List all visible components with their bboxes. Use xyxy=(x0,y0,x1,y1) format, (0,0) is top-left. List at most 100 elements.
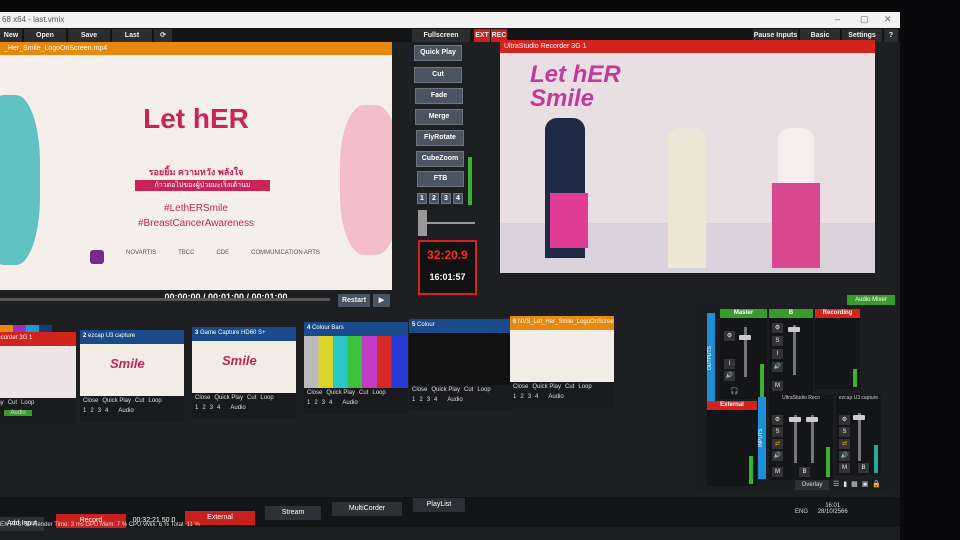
gear-icon[interactable]: ⚙ xyxy=(772,323,783,333)
swap-icon[interactable]: ⇄ xyxy=(839,439,850,449)
ftb-button[interactable]: FTB xyxy=(417,171,464,187)
input-bus-1-button[interactable]: 1 xyxy=(412,397,415,403)
input-cut-button[interactable]: Cut xyxy=(135,398,144,404)
input-quick-play-button[interactable]: Quick Play xyxy=(326,390,355,396)
input-bus-2-button[interactable]: 2 xyxy=(520,394,523,400)
input-bus-4-button[interactable]: 4 xyxy=(329,400,332,406)
input-loop-button[interactable]: Loop xyxy=(477,387,490,393)
new-button[interactable]: New xyxy=(0,29,22,42)
audio-mixer-tab[interactable]: Audio Mixer xyxy=(847,295,895,305)
mute-button[interactable]: M xyxy=(839,463,850,473)
input-item[interactable]: 4 Colour Bars Close Quick Play Cut Loop 123… xyxy=(304,322,408,414)
help-button[interactable]: ? xyxy=(884,29,898,42)
input-thumbnail[interactable] xyxy=(510,330,614,382)
input-audio-button[interactable]: Audio xyxy=(224,405,251,411)
input-title[interactable]: 6 NVS_Let_Her_Smile_LogoOnScreen xyxy=(510,316,614,330)
cut-button[interactable]: Cut xyxy=(414,67,462,83)
cubezoom-button[interactable]: CubeZoom xyxy=(416,151,464,167)
play-button[interactable]: ▶ xyxy=(373,294,390,307)
input-bus-3-button[interactable]: 3 xyxy=(210,405,213,411)
fader-knob[interactable] xyxy=(806,417,818,422)
refresh-icon[interactable]: ⟳ xyxy=(154,29,172,42)
input-title[interactable]: 4 Colour Bars xyxy=(304,322,408,336)
input-bus-2-button[interactable]: 2 xyxy=(90,408,93,414)
input-item[interactable]: 2 ezcap U3 capture Smile Close Quick Play… xyxy=(80,330,184,422)
input-item[interactable]: 6 NVS_Let_Her_Smile_LogoOnScreen Close Qu… xyxy=(510,316,614,408)
quick-play-button[interactable]: Quick Play xyxy=(414,45,462,61)
fader-knob[interactable] xyxy=(853,415,865,420)
input-item[interactable]: 1 udio Recorder 3G 1 Quick Play Cut Loop 1… xyxy=(0,332,76,424)
bus-b-fader-knob[interactable] xyxy=(788,327,800,332)
input-bus-1-button[interactable]: 1 xyxy=(83,408,86,414)
input-thumbnail[interactable] xyxy=(304,336,408,388)
restart-button[interactable]: Restart xyxy=(338,294,370,307)
mute-button[interactable]: M xyxy=(772,381,783,391)
input-thumbnail[interactable] xyxy=(409,333,513,385)
i-button[interactable]: I xyxy=(772,349,783,359)
speaker-icon[interactable]: 🔊 xyxy=(772,362,783,372)
input-audio-button[interactable]: Audio xyxy=(4,410,32,416)
speaker-icon[interactable]: 🔊 xyxy=(724,371,735,381)
input-bus-1-button[interactable]: 1 xyxy=(513,394,516,400)
input-close-button[interactable]: Close xyxy=(83,398,98,404)
gear-icon[interactable]: ⚙ xyxy=(772,415,783,425)
fullscreen-button[interactable]: Fullscreen xyxy=(412,29,470,42)
input-bus-1-button[interactable]: 1 xyxy=(307,400,310,406)
b-button[interactable]: B xyxy=(858,463,869,473)
input-close-button[interactable]: Close xyxy=(513,384,528,390)
input-audio-button[interactable]: Audio xyxy=(112,408,139,414)
fader-knob[interactable] xyxy=(789,417,801,422)
stream-button[interactable]: Stream xyxy=(265,506,321,520)
input-cut-button[interactable]: Cut xyxy=(8,400,17,406)
input-bus-2-button[interactable]: 2 xyxy=(202,405,205,411)
input-quick-play-button[interactable]: Quick Play xyxy=(0,400,4,406)
speaker-icon[interactable]: 🔊 xyxy=(772,451,783,461)
input-item[interactable]: 3 Game Capture HD60 S+ Smile Close Quick … xyxy=(192,327,296,419)
input-bus-3-button[interactable]: 3 xyxy=(322,400,325,406)
input-title[interactable]: 5 Colour xyxy=(409,319,513,333)
input-bus-3-button[interactable]: 3 xyxy=(427,397,430,403)
input-bus-3-button[interactable]: 3 xyxy=(98,408,101,414)
input-thumbnail[interactable] xyxy=(0,346,76,398)
input-loop-button[interactable]: Loop xyxy=(21,400,34,406)
ext-button[interactable]: EXT xyxy=(474,29,490,42)
transition-4[interactable]: 4 xyxy=(453,193,463,204)
s-button[interactable]: S xyxy=(772,427,783,437)
input-bus-2-button[interactable]: 2 xyxy=(419,397,422,403)
channel-2-fader[interactable] xyxy=(858,413,861,461)
input-quick-play-button[interactable]: Quick Play xyxy=(214,395,243,401)
preview-seek-bar[interactable] xyxy=(0,298,330,301)
input-bus-4-button[interactable]: 4 xyxy=(434,397,437,403)
transition-3[interactable]: 3 xyxy=(441,193,451,204)
input-bus-4-button[interactable]: 4 xyxy=(105,408,108,414)
input-cut-button[interactable]: Cut xyxy=(247,395,256,401)
headphones-icon[interactable]: 🎧 xyxy=(730,387,739,395)
multicorder-button[interactable]: MultiCorder xyxy=(332,502,402,516)
swap-icon[interactable]: ⇄ xyxy=(772,439,783,449)
input-close-button[interactable]: Close xyxy=(195,395,210,401)
input-title[interactable]: 3 Game Capture HD60 S+ xyxy=(192,327,296,341)
transition-1[interactable]: 1 xyxy=(417,193,427,204)
input-cut-button[interactable]: Cut xyxy=(359,390,368,396)
minimize-button[interactable]: – xyxy=(835,14,840,24)
input-title[interactable]: 2 ezcap U3 capture xyxy=(80,330,184,344)
mute-button[interactable]: M xyxy=(772,467,783,477)
input-bus-2-button[interactable]: 2 xyxy=(314,400,317,406)
bus-b-fader[interactable] xyxy=(793,325,796,375)
input-item[interactable]: 5 Colour Close Quick Play Cut Loop 1 2 3 4 Audi… xyxy=(409,319,513,411)
language-indicator[interactable]: ENG xyxy=(795,509,808,515)
channel-1-fader-right[interactable] xyxy=(811,415,814,463)
input-quick-play-button[interactable]: Quick Play xyxy=(102,398,131,404)
b-button[interactable]: B xyxy=(799,467,810,477)
s-button[interactable]: S xyxy=(772,336,783,346)
channel-1-fader-left[interactable] xyxy=(794,415,797,463)
overlay-button[interactable]: Overlay xyxy=(795,480,829,490)
save-button[interactable]: Save xyxy=(68,29,110,42)
input-close-button[interactable]: Close xyxy=(412,387,427,393)
input-loop-button[interactable]: Loop xyxy=(148,398,161,404)
t-bar-handle[interactable] xyxy=(418,210,427,236)
taskbar-clock[interactable]: 16:01 28/10/2566 xyxy=(818,503,848,515)
input-cut-button[interactable]: Cut xyxy=(464,387,473,393)
t-bar-track[interactable] xyxy=(420,222,475,224)
master-fader-knob[interactable] xyxy=(739,335,751,340)
